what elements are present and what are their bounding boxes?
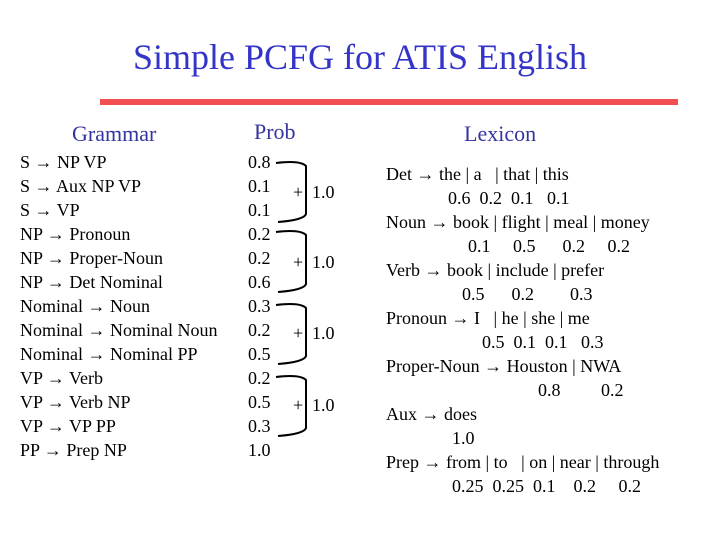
group-sum: 1.0: [312, 323, 335, 343]
plus-sign: +: [293, 395, 304, 415]
plus-sign: +: [293, 252, 304, 272]
lexicon-rule: Det → the | a | that | this: [386, 164, 569, 184]
group-sum: 1.0: [312, 395, 335, 415]
lexicon-rule: Verb → book | include | prefer: [386, 260, 605, 280]
lexicon-probs: 0.5 0.2 0.3: [462, 284, 593, 304]
lexicon-rule: Noun → book | flight | meal | money: [386, 212, 650, 232]
lexicon-rule: Prep → from | to | on | near | through: [386, 452, 660, 472]
lexicon-probs: 0.1 0.5 0.2 0.2: [468, 236, 630, 256]
lexicon-probs: 0.8 0.2: [538, 380, 624, 400]
lexicon-probs: 0.5 0.1 0.1 0.3: [482, 332, 604, 352]
group-sum: 1.0: [312, 252, 335, 272]
lexicon-probs: 1.0: [452, 428, 475, 448]
plus-sign: +: [293, 182, 304, 202]
lexicon-rule: Proper-Noun → Houston | NWA: [386, 356, 622, 376]
group-sum: 1.0: [312, 182, 335, 202]
lexicon-probs: 0.25 0.25 0.1 0.2 0.2: [452, 476, 641, 496]
lexicon-probs: 0.6 0.2 0.1 0.1: [448, 188, 570, 208]
plus-sign: +: [293, 323, 304, 343]
lexicon-rule: Pronoun → I | he | she | me: [386, 308, 590, 328]
lexicon-rule: Aux → does: [386, 404, 477, 424]
